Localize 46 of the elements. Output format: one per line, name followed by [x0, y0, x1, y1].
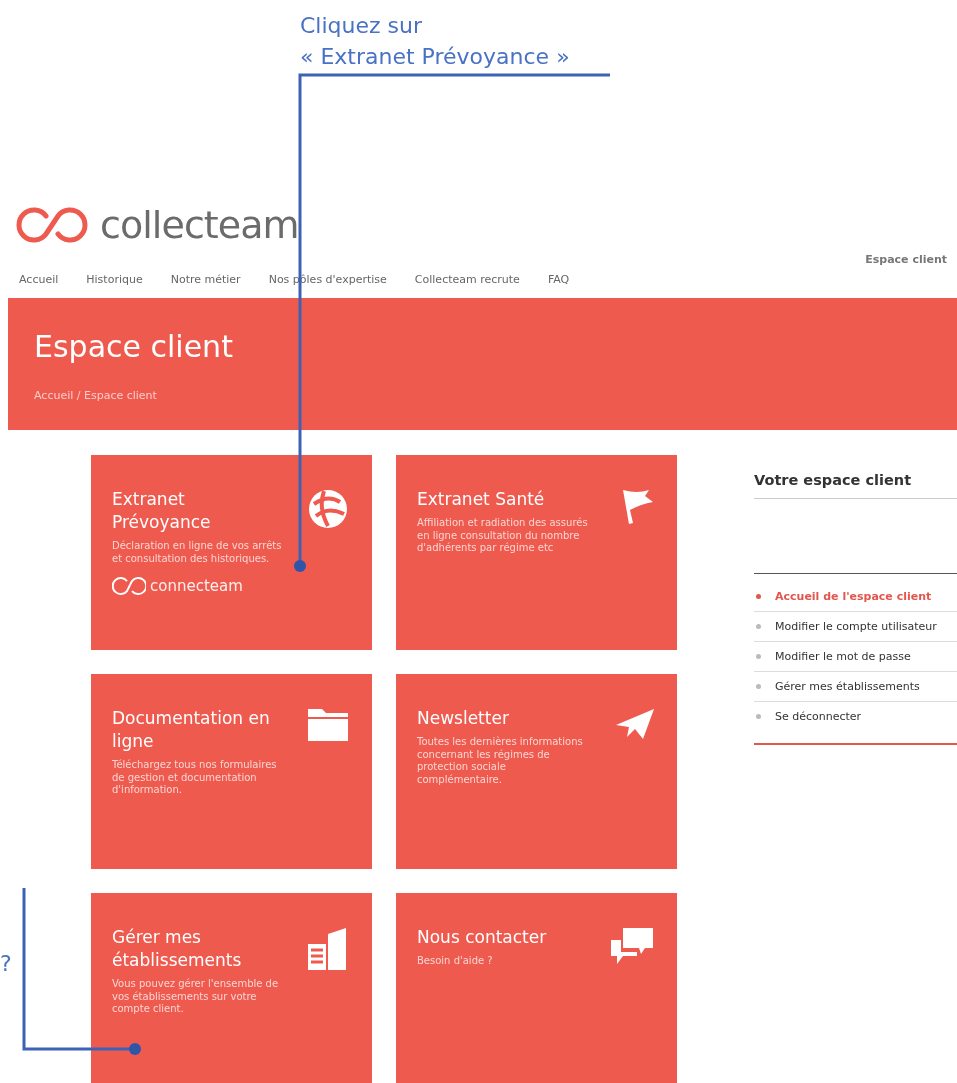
sidebar-link[interactable]: Gérer mes établissements	[775, 678, 940, 694]
service-card[interactable]: Extranet Santé Affiliation et radiation des assurés en ligne consultation du nombre d'adhérents par régime etc	[396, 455, 677, 650]
card-description: Affiliation et radiation des assurés en ligne consultation du nombre d'adhérents par régime etc	[417, 517, 589, 555]
card-title: Newsletter	[417, 707, 510, 730]
folder-icon	[306, 707, 350, 743]
breadcrumb: Accueil / Espace client	[34, 388, 157, 404]
paper-plane-icon	[615, 707, 655, 741]
service-card[interactable]: Documentation en ligne Téléchargez tous nos formulaires de gestion et documentation d'information.	[91, 674, 372, 869]
card-description: Déclaration en ligne de vos arrêts et consultation des historiques.	[112, 540, 283, 565]
card-title: Documentation en ligne	[112, 707, 271, 753]
chat-bubbles-icon	[609, 926, 655, 966]
bullet-icon	[756, 713, 761, 719]
card-title: Nous contacter	[417, 926, 548, 949]
ball-icon	[306, 488, 350, 530]
sidebar-link[interactable]: Se déconnecter	[775, 708, 940, 724]
card-title: Extranet Prévoyance	[112, 488, 212, 534]
brand-logo-icon	[112, 575, 146, 597]
card-title: Gérer mes établissements	[112, 926, 243, 972]
service-card[interactable]: Extranet Prévoyance Déclaration en ligne de vos arrêts et consultation des historiques. connecteam	[91, 455, 372, 650]
brand-name: connecteam	[150, 578, 243, 594]
bullet-icon	[756, 593, 761, 599]
card-description: Vous pouvez gérer l'ensemble de vos établissements sur votre compte client.	[112, 978, 280, 1016]
bullet-icon	[756, 653, 761, 659]
nav-link[interactable]: Accueil	[19, 271, 59, 288]
callout-text: ?	[0, 951, 12, 977]
service-card[interactable]: Nous contacter Besoin d'aide ?	[396, 893, 677, 1083]
bullet-icon	[756, 623, 761, 629]
service-card[interactable]: Newsletter Toutes les dernières informations concernant les régimes de protection sociale complémentaire.	[396, 674, 677, 869]
bullet-icon	[756, 683, 761, 689]
nav-link[interactable]: Collecteam recrute	[414, 271, 520, 288]
card-description: Téléchargez tous nos formulaires de gestion et documentation d'information.	[112, 759, 278, 797]
sidebar-link[interactable]: Modifier le mot de passe	[775, 648, 940, 664]
page-title: Espace client	[34, 332, 234, 362]
sidebar-link[interactable]: Accueil de l'espace client	[775, 588, 940, 604]
sidebar-link[interactable]: Modifier le compte utilisateur	[775, 618, 940, 634]
nav-link[interactable]: FAQ	[547, 271, 570, 288]
account-link[interactable]: Espace client	[865, 252, 947, 269]
callout-text: Cliquez sur « Extranet Prévoyance »	[300, 12, 570, 71]
sidebar-title: Votre espace client	[753, 471, 912, 490]
card-title: Extranet Santé	[417, 488, 546, 511]
service-card[interactable]: Gérer mes établissements Vous pouvez gérer l'ensemble de vos établissements sur votre compte client.	[91, 893, 372, 1083]
card-description: Besoin d'aide ?	[417, 955, 494, 968]
logo-text: collecteam	[100, 206, 299, 244]
card-description: Toutes les dernières informations concernant les régimes de protection sociale complémentaire.	[417, 736, 584, 786]
nav-link[interactable]: Historique	[86, 271, 143, 288]
nav-link[interactable]: Notre métier	[170, 271, 241, 288]
